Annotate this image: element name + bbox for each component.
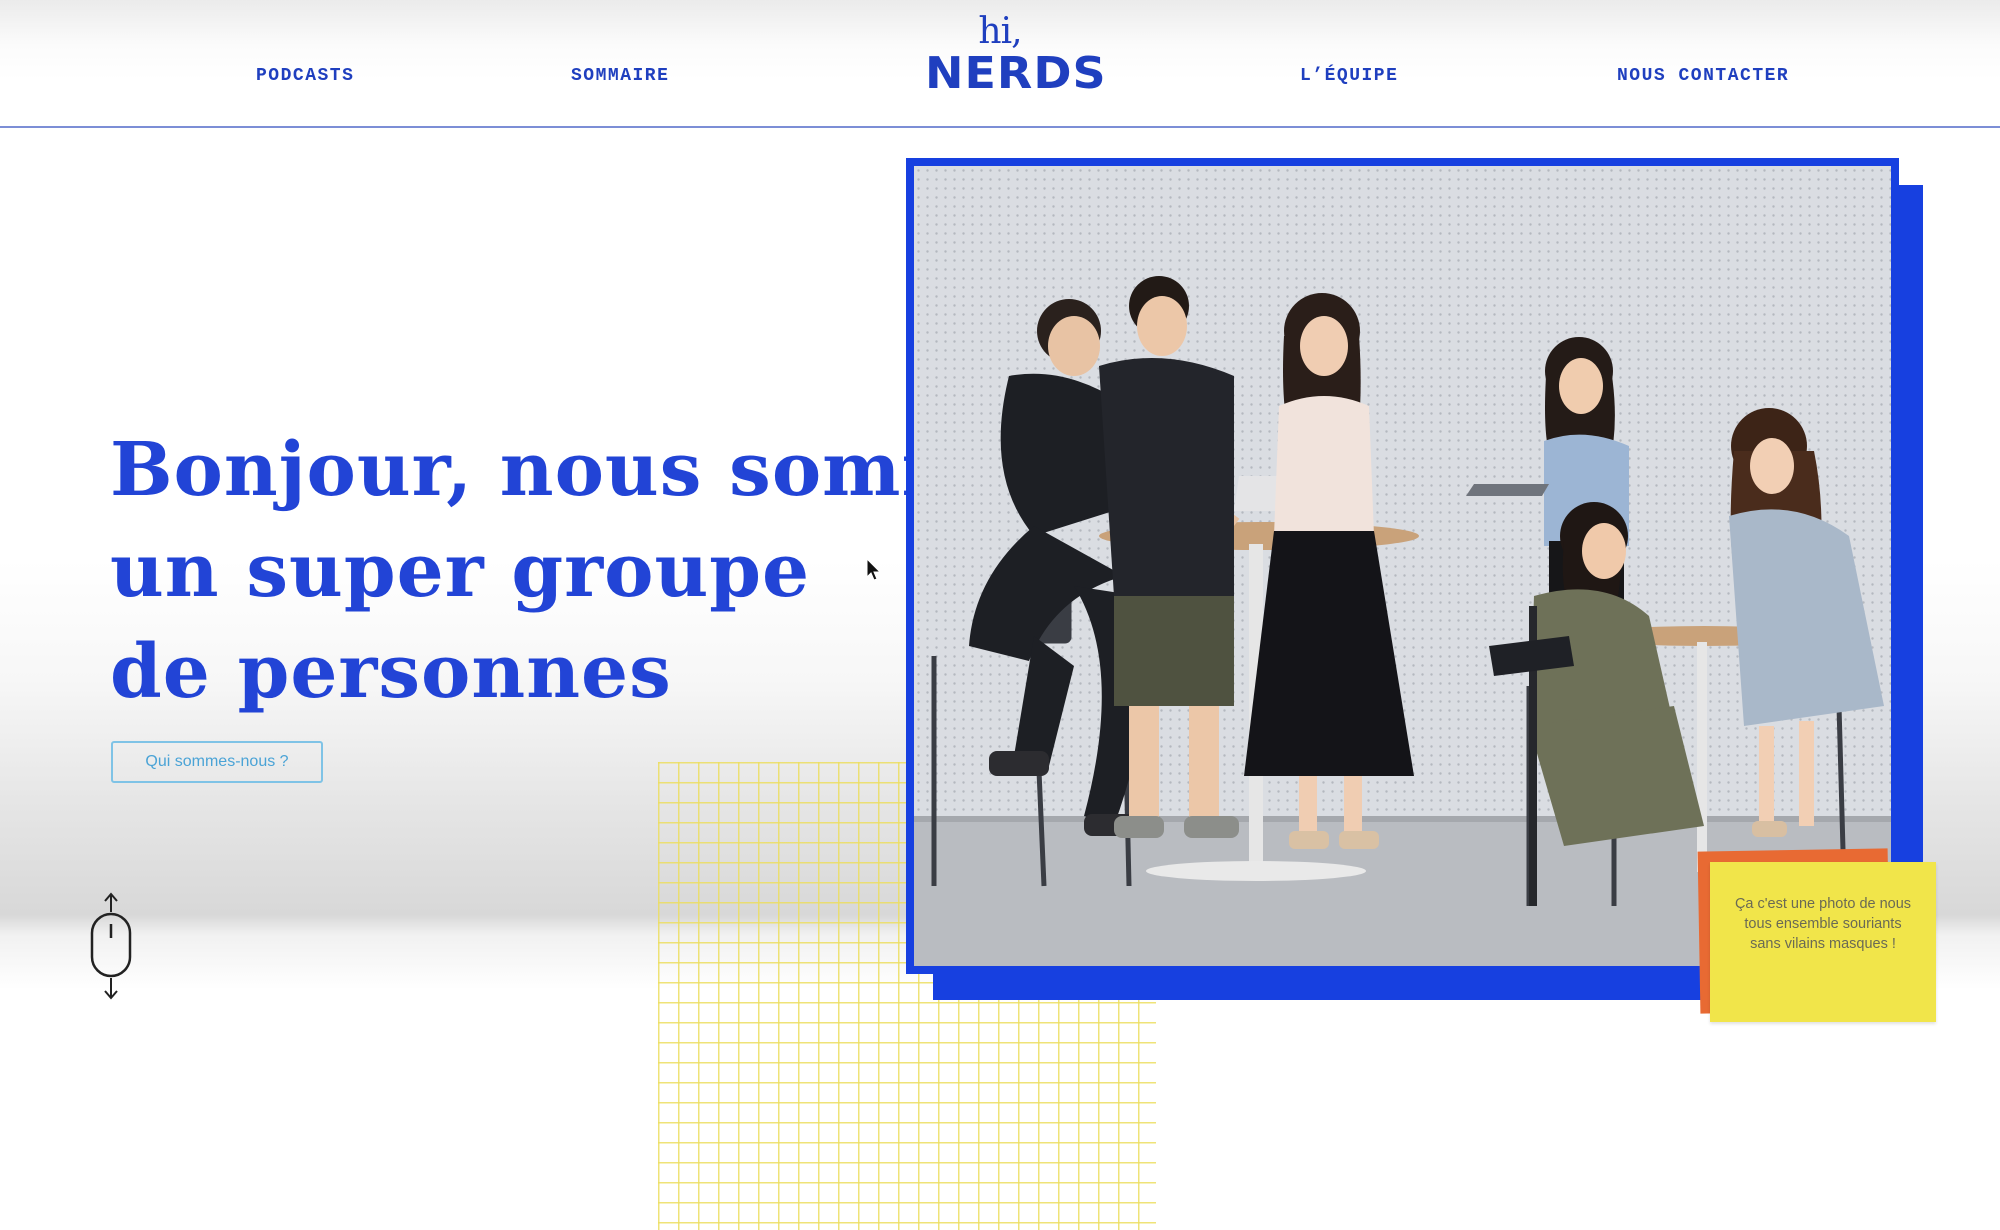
mouse-pointer-icon bbox=[866, 557, 882, 582]
nav-link-contact[interactable]: NOUS CONTACTER bbox=[1617, 66, 1789, 86]
headline-line-2: un super groupe bbox=[110, 528, 811, 614]
page-root: PODCASTS SOMMAIRE hi, NERDS L’ÉQUIPE NOU… bbox=[0, 0, 2000, 1230]
sticky-note-text: Ça c'est une photo de nous tous ensemble… bbox=[1734, 896, 1912, 952]
nav-link-sommaire[interactable]: SOMMAIRE bbox=[571, 66, 669, 86]
sticky-note: Ça c'est une photo de nous tous ensemble… bbox=[1710, 862, 1936, 1022]
qui-sommes-nous-button[interactable]: Qui sommes-nous ? bbox=[111, 741, 323, 783]
logo-nerds-text: NERDS bbox=[925, 47, 1107, 99]
headline-line-3: de personnes bbox=[110, 629, 672, 715]
site-logo[interactable]: hi, NERDS bbox=[925, 11, 1107, 104]
headline-line-1: Bonjour, nous sommes bbox=[110, 427, 1072, 513]
logo-hi-text: hi, bbox=[978, 11, 1022, 52]
site-header: PODCASTS SOMMAIRE hi, NERDS L’ÉQUIPE NOU… bbox=[0, 0, 2000, 128]
nav-link-equipe[interactable]: L’ÉQUIPE bbox=[1300, 66, 1398, 86]
nav-link-podcasts[interactable]: PODCASTS bbox=[256, 66, 354, 86]
hero-headline: Bonjour, nous sommes un super groupe de … bbox=[110, 420, 1072, 723]
mouse-scroll-icon[interactable] bbox=[88, 892, 134, 1002]
